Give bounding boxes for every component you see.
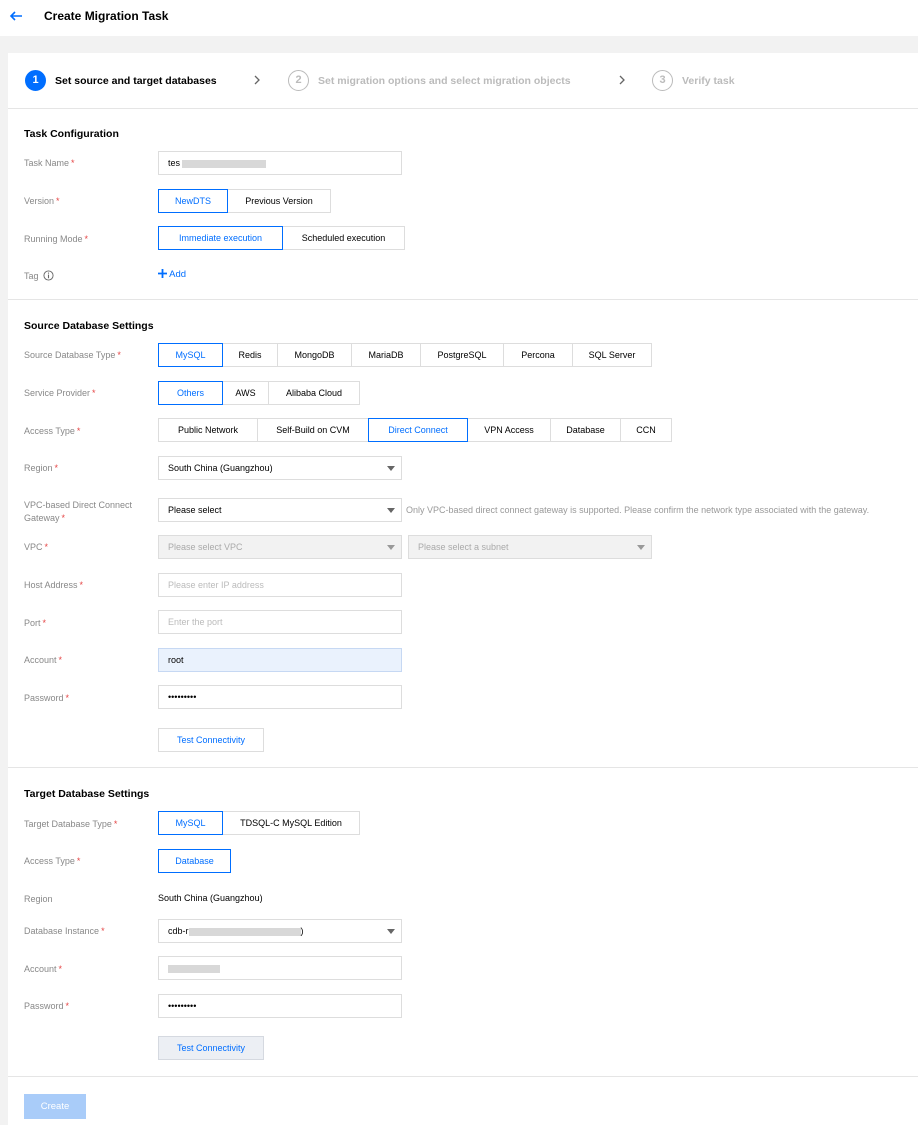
access-ccn-button[interactable]: CCN	[620, 418, 672, 442]
task-name-input[interactable]: tes	[158, 151, 402, 175]
create-button[interactable]: Create	[24, 1094, 86, 1119]
vpc-label: VPC *	[24, 542, 49, 552]
gateway-label: VPC-based Direct Connect Gateway *	[24, 500, 133, 523]
source-type-redis-button[interactable]: Redis	[222, 343, 278, 367]
running-mode-label: Running Mode *	[24, 234, 89, 244]
host-address-label: Host Address *	[24, 580, 84, 590]
host-address-input[interactable]: Please enter IP address	[158, 573, 402, 597]
gateway-hint: Only VPC-based direct connect gateway is…	[406, 505, 870, 515]
provider-alibaba-button[interactable]: Alibaba Cloud	[268, 381, 360, 405]
source-account-label: Account *	[24, 655, 63, 665]
task-config-title: Task Configuration	[24, 128, 119, 140]
access-self-build-cvm-button[interactable]: Self-Build on CVM	[257, 418, 369, 442]
access-database-button[interactable]: Database	[550, 418, 621, 442]
target-account-input[interactable]	[158, 956, 402, 980]
source-db-type-label: Source Database Type *	[24, 350, 121, 360]
add-tag-link[interactable]: Add	[158, 269, 186, 280]
target-db-type-label: Target Database Type *	[24, 819, 118, 829]
caret-down-icon	[637, 545, 645, 550]
service-provider-label: Service Provider *	[24, 388, 96, 398]
provider-aws-button[interactable]: AWS	[222, 381, 269, 405]
chevron-right-icon	[619, 75, 625, 85]
source-password-label: Password *	[24, 693, 70, 703]
version-label: Version *	[24, 196, 60, 206]
info-icon[interactable]	[43, 270, 54, 281]
access-public-network-button[interactable]: Public Network	[158, 418, 258, 442]
divider	[8, 1076, 918, 1077]
source-region-select[interactable]: South China (Guangzhou)	[158, 456, 402, 480]
target-type-mysql-button[interactable]: MySQL	[158, 811, 223, 835]
step-1-number: 1	[25, 70, 46, 91]
source-db-type-selector: MySQL Redis MongoDB MariaDB PostgreSQL P…	[158, 343, 652, 367]
target-test-connectivity-button[interactable]: Test Connectivity	[158, 1036, 264, 1060]
source-test-connectivity-button[interactable]: Test Connectivity	[158, 728, 264, 752]
divider	[8, 767, 918, 768]
step-3-number: 3	[652, 70, 673, 91]
immediate-execution-button[interactable]: Immediate execution	[158, 226, 283, 250]
main-card: 1 Set source and target databases 2 Set …	[8, 53, 918, 1125]
version-newdts-button[interactable]: NewDTS	[158, 189, 228, 213]
source-type-sqlserver-button[interactable]: SQL Server	[572, 343, 652, 367]
target-access-type-label: Access Type *	[24, 856, 81, 866]
back-arrow-icon[interactable]	[8, 8, 24, 24]
source-access-type-label: Access Type *	[24, 426, 81, 436]
target-settings-title: Target Database Settings	[24, 788, 150, 800]
target-type-tdsql-button[interactable]: TDSQL-C MySQL Edition	[222, 811, 360, 835]
vpc-select[interactable]: Please select VPC	[158, 535, 402, 559]
subnet-select[interactable]: Please select a subnet	[408, 535, 652, 559]
port-input[interactable]: Enter the port	[158, 610, 402, 634]
source-type-mongodb-button[interactable]: MongoDB	[277, 343, 352, 367]
scheduled-execution-button[interactable]: Scheduled execution	[282, 226, 405, 250]
step-1-label[interactable]: Set source and target databases	[55, 75, 217, 87]
target-password-label: Password *	[24, 1001, 70, 1011]
access-vpn-button[interactable]: VPN Access	[467, 418, 551, 442]
source-type-percona-button[interactable]: Percona	[503, 343, 573, 367]
caret-down-icon	[387, 929, 395, 934]
database-instance-label: Database Instance *	[24, 926, 105, 936]
target-access-database-button[interactable]: Database	[158, 849, 231, 873]
tag-label: Tag	[24, 270, 54, 283]
source-type-mariadb-button[interactable]: MariaDB	[351, 343, 421, 367]
access-direct-connect-button[interactable]: Direct Connect	[368, 418, 468, 442]
database-instance-select[interactable]: cdb-r)	[158, 919, 402, 943]
version-selector: NewDTS Previous Version	[158, 189, 331, 213]
source-region-label: Region *	[24, 463, 59, 473]
divider	[8, 299, 918, 300]
target-region-label: Region	[24, 894, 53, 904]
page-title: Create Migration Task	[44, 9, 169, 23]
target-region-value: South China (Guangzhou)	[158, 893, 263, 903]
step-2-label[interactable]: Set migration options and select migrati…	[318, 75, 571, 87]
step-3-label[interactable]: Verify task	[682, 75, 735, 87]
top-bar: Create Migration Task	[0, 0, 918, 36]
task-name-label: Task Name *	[24, 158, 75, 168]
steps-bar: 1 Set source and target databases 2 Set …	[8, 53, 918, 109]
chevron-right-icon	[254, 75, 260, 85]
source-password-input[interactable]: •••••••••	[158, 685, 402, 709]
source-type-postgresql-button[interactable]: PostgreSQL	[420, 343, 504, 367]
source-access-type-selector: Public Network Self-Build on CVM Direct …	[158, 418, 672, 442]
source-settings-title: Source Database Settings	[24, 320, 154, 332]
service-provider-selector: Others AWS Alibaba Cloud	[158, 381, 360, 405]
gateway-select[interactable]: Please select	[158, 498, 402, 522]
plus-icon	[158, 269, 167, 278]
provider-others-button[interactable]: Others	[158, 381, 223, 405]
running-mode-selector: Immediate execution Scheduled execution	[158, 226, 405, 250]
port-label: Port *	[24, 618, 47, 628]
caret-down-icon	[387, 508, 395, 513]
target-db-type-selector: MySQL TDSQL-C MySQL Edition	[158, 811, 360, 835]
target-account-label: Account *	[24, 964, 63, 974]
target-password-input[interactable]: •••••••••	[158, 994, 402, 1018]
version-previous-button[interactable]: Previous Version	[227, 189, 331, 213]
source-type-mysql-button[interactable]: MySQL	[158, 343, 223, 367]
source-account-input[interactable]: root	[158, 648, 402, 672]
caret-down-icon	[387, 545, 395, 550]
step-2-number: 2	[288, 70, 309, 91]
caret-down-icon	[387, 466, 395, 471]
